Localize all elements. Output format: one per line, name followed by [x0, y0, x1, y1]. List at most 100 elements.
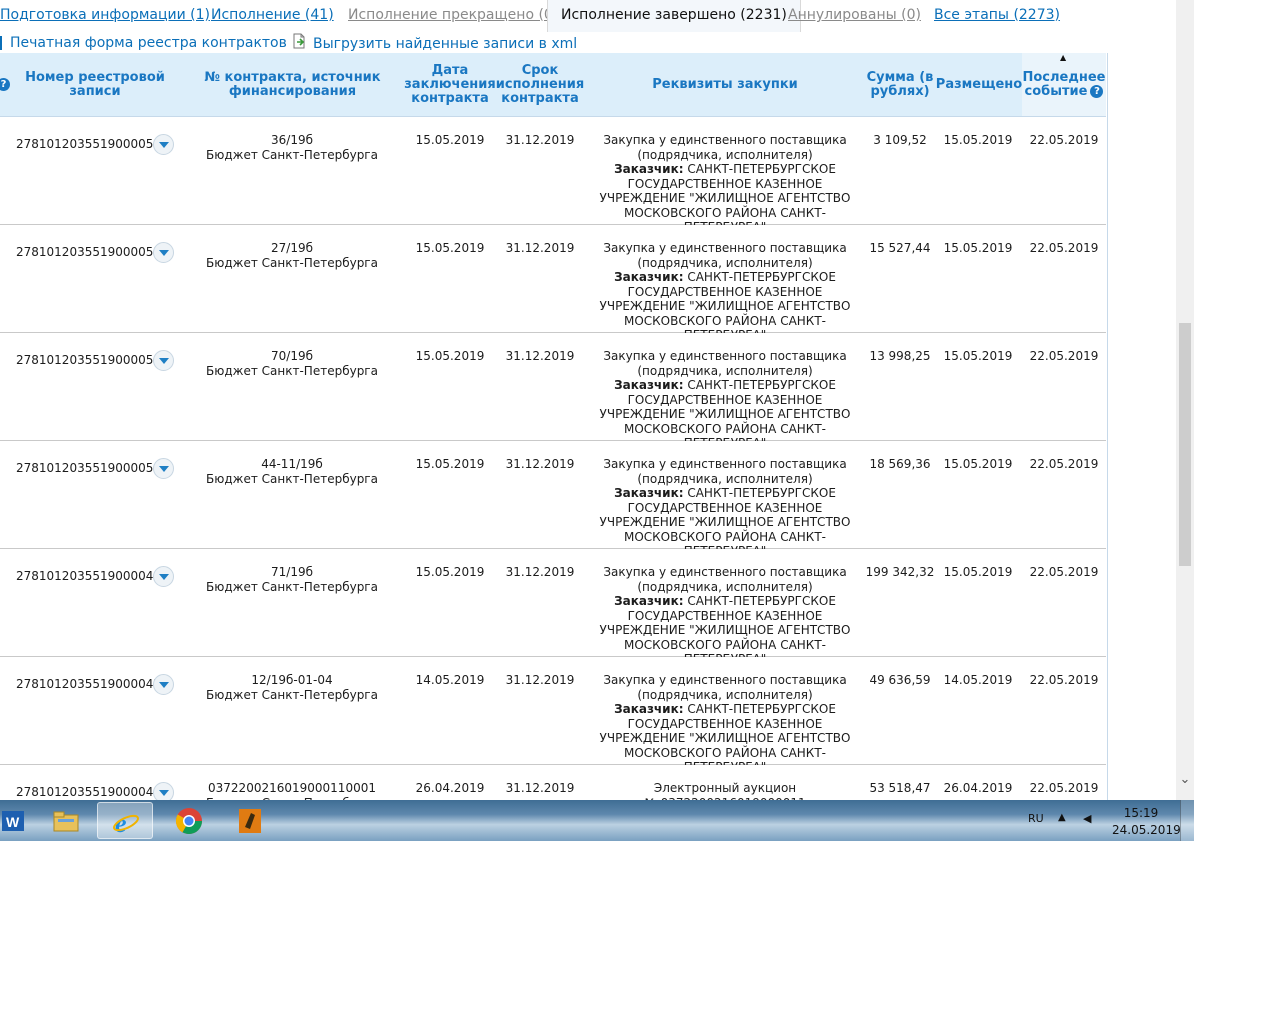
contract-sum: 3 109,52 [873, 133, 927, 147]
sort-asc-icon: ▲ [1060, 53, 1067, 62]
customer-label: Заказчик: [614, 270, 684, 284]
execution-term: 31.12.2019 [505, 349, 575, 363]
last-event-date: 22.05.2019 [1029, 241, 1099, 255]
purchase-type: Электронный аукцион [653, 781, 797, 795]
col-posted[interactable]: Размещено [936, 53, 1022, 116]
vertical-scrollbar[interactable] [1176, 0, 1194, 800]
show-desktop-button[interactable] [1180, 800, 1194, 841]
last-event-date: 22.05.2019 [1029, 781, 1099, 795]
internet-explorer-icon: e [113, 809, 139, 836]
taskbar-explorer[interactable] [38, 802, 94, 839]
col-registry-number[interactable]: Номер реестровой записи [20, 53, 170, 116]
expand-row-icon[interactable] [153, 674, 174, 695]
purchase-details: Закупка у единственного поставщика (подр… [590, 349, 860, 451]
actions-bar: Печатная форма реестра контрактов Выгруз… [0, 33, 1100, 53]
purchase-details: Закупка у единственного поставщика (подр… [590, 673, 860, 775]
execution-term: 31.12.2019 [505, 565, 575, 579]
expand-row-icon[interactable] [153, 134, 174, 155]
clock-time[interactable]: 15:19 [1112, 806, 1170, 820]
col-last-event[interactable]: Последнее событие? [1022, 53, 1106, 116]
execution-term: 31.12.2019 [505, 457, 575, 471]
tab-cancelled[interactable]: Аннулированы (0) [788, 0, 921, 32]
contract-cell: 27/19б Бюджет Санкт-Петербурга [196, 241, 388, 270]
table-row[interactable]: 2781012035519000049 71/19б Бюджет Санкт-Пе… [0, 549, 1106, 666]
svg-text:W: W [6, 814, 20, 830]
expand-row-icon[interactable] [153, 242, 174, 263]
registry-number[interactable]: 2781012035519000050 [16, 461, 161, 476]
export-xml-link[interactable]: Выгрузить найденные записи в xml [291, 33, 577, 53]
conclusion-date: 14.05.2019 [415, 673, 485, 687]
contract-sum: 53 518,47 [869, 781, 931, 795]
tab-execution-completed[interactable]: Исполнение завершено (2231) [547, 0, 801, 32]
posted-date: 26.04.2019 [943, 781, 1013, 795]
table-row[interactable]: 2781012035519000053 36/19б Бюджет Санкт-Пе… [0, 117, 1106, 234]
volume-icon[interactable]: ◀ [1083, 812, 1091, 825]
customer-label: Заказчик: [614, 486, 684, 500]
conclusion-date: 15.05.2019 [415, 133, 485, 147]
registry-number[interactable]: 2781012035519000049 [16, 569, 161, 584]
purchase-type: Закупка у единственного поставщика (подр… [603, 673, 847, 702]
table-row[interactable]: 2781012035519000051 70/19б Бюджет Санкт-Пе… [0, 333, 1106, 450]
table-row[interactable]: 2781012035519000052 27/19б Бюджет Санкт-Пе… [0, 225, 1106, 342]
contracts-table: ? Номер реестровой записи № контракта, и… [0, 53, 1108, 813]
tab-execution[interactable]: Исполнение (41) [211, 0, 334, 32]
taskbar-app[interactable] [222, 802, 278, 839]
clock-date[interactable]: 24.05.2019 [1112, 823, 1181, 837]
print-icon [0, 36, 2, 50]
contract-sum: 49 636,59 [869, 673, 931, 687]
contract-number: 36/19б [271, 133, 313, 147]
tab-preparation[interactable]: Подготовка информации (1) [0, 0, 210, 32]
scrollbar-thumb[interactable] [1179, 323, 1191, 566]
funding-source: Бюджет Санкт-Петербурга [206, 579, 378, 594]
taskbar-word[interactable]: W [0, 802, 42, 839]
col-conclusion-date[interactable]: Дата заключения контракта [404, 53, 496, 116]
contract-cell: 12/19б-01-04 Бюджет Санкт-Петербурга [196, 673, 388, 702]
contract-cell: 70/19б Бюджет Санкт-Петербурга [196, 349, 388, 378]
table-row[interactable]: 2781012035519000050 44-11/19б Бюджет Санкт… [0, 441, 1106, 558]
tab-execution-terminated[interactable]: Исполнение прекращено (0) [348, 0, 558, 32]
table-row[interactable]: 2781012035519000047 12/19б-01-04 Бюджет Са… [0, 657, 1106, 774]
export-xml-label: Выгрузить найденные записи в xml [313, 36, 578, 52]
contract-sum: 199 342,32 [865, 565, 935, 579]
registry-number[interactable]: 2781012035519000052 [16, 245, 161, 260]
print-registry-link[interactable]: Печатная форма реестра контрактов [0, 33, 287, 53]
last-event-date: 22.05.2019 [1029, 133, 1099, 147]
language-indicator[interactable]: RU [1028, 812, 1044, 825]
last-event-date: 22.05.2019 [1029, 457, 1099, 471]
registry-number[interactable]: 2781012035519000047 [16, 677, 161, 692]
contract-number: 0372200216019000110001 [208, 781, 376, 795]
col-execution-term[interactable]: Срок исполнения контракта [495, 53, 585, 116]
customer-label: Заказчик: [614, 378, 684, 392]
expand-row-icon[interactable] [153, 566, 174, 587]
customer-label: Заказчик: [614, 594, 684, 608]
contract-cell: 36/19б Бюджет Санкт-Петербурга [196, 133, 388, 162]
taskbar-chrome[interactable] [161, 802, 217, 839]
posted-date: 15.05.2019 [943, 241, 1013, 255]
funding-source: Бюджет Санкт-Петербурга [206, 147, 378, 162]
col-sum[interactable]: Сумма (в рублях) [862, 53, 938, 116]
expand-row-icon[interactable] [153, 350, 174, 371]
contract-number: 27/19б [271, 241, 313, 255]
last-event-help-icon[interactable]: ? [1090, 84, 1104, 98]
purchase-type: Закупка у единственного поставщика (подр… [603, 241, 847, 270]
registry-number[interactable]: 2781012035519000053 [16, 137, 161, 152]
conclusion-date: 15.05.2019 [415, 241, 485, 255]
tray-expand-icon[interactable]: ▲ [1058, 812, 1066, 823]
contract-sum: 13 998,25 [869, 349, 931, 363]
col-contract-number[interactable]: № контракта, источник финансирования [200, 53, 385, 116]
contract-cell: 44-11/19б Бюджет Санкт-Петербурга [196, 457, 388, 486]
last-event-date: 22.05.2019 [1029, 349, 1099, 363]
scroll-down-icon[interactable]: ⌄ [1176, 770, 1194, 790]
conclusion-date: 15.05.2019 [415, 457, 485, 471]
contract-number: 44-11/19б [261, 457, 323, 471]
print-registry-label: Печатная форма реестра контрактов [10, 35, 287, 51]
customer-label: Заказчик: [614, 702, 684, 716]
tab-all-stages[interactable]: Все этапы (2273) [934, 0, 1060, 32]
taskbar-ie[interactable]: e [97, 802, 153, 839]
registry-number[interactable]: 2781012035519000051 [16, 353, 161, 368]
purchase-type: Закупка у единственного поставщика (подр… [603, 133, 847, 162]
registry-number[interactable]: 2781012035519000040 [16, 785, 161, 800]
help-icon[interactable]: ? [0, 78, 10, 91]
col-purchase-details[interactable]: Реквизиты закупки [590, 53, 860, 116]
expand-row-icon[interactable] [153, 458, 174, 479]
